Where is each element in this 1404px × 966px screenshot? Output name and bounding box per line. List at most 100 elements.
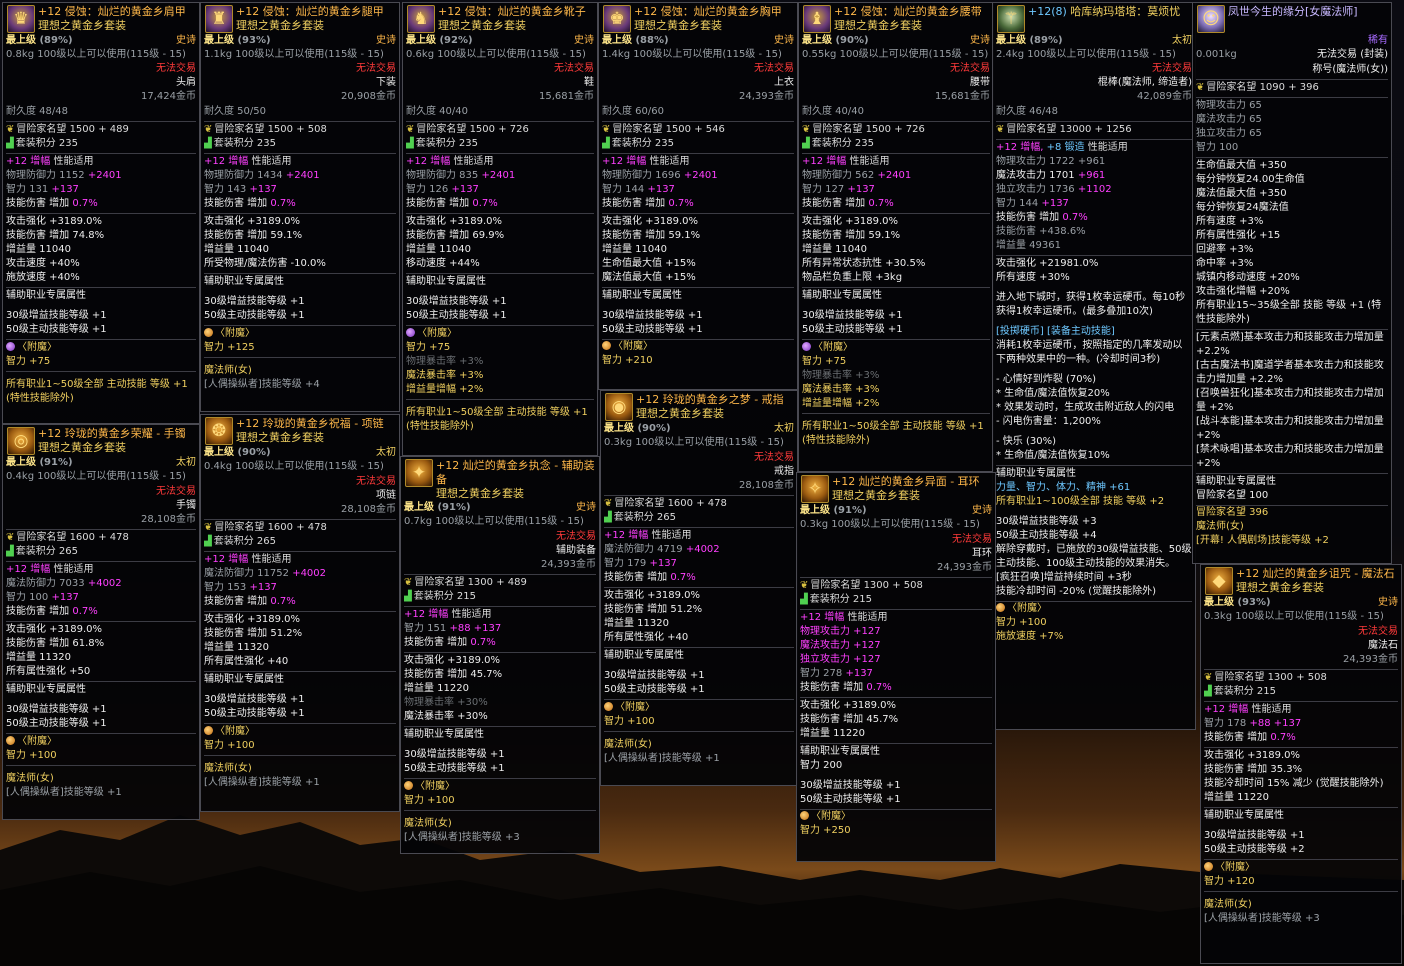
ring-icon: ◉ <box>605 393 633 421</box>
slot-type: 辅助装备 <box>556 545 596 556</box>
slot-type: 鞋 <box>584 77 594 88</box>
effect-skill-title: [投掷硬币] [装备主动技能] <box>996 326 1115 337</box>
tooltip-belt: ♝ +12 侵蚀：灿烂的黄金乡腰带 理想之黄金乡套装 最上级 (90%) 史诗 0.… <box>798 2 994 472</box>
stat-label: 智力 100 <box>6 592 49 603</box>
stat-bonus: +137 <box>649 558 677 569</box>
fame: 冒险家名望 1500 + 489 <box>16 124 129 135</box>
fame: 冒险家名望 13000 + 1256 <box>1006 124 1132 135</box>
set-name: 理想之黄金乡套装 <box>832 489 920 502</box>
set-points: 套装积分 265 <box>613 512 676 523</box>
enchant-title: 〈附魔〉 <box>1215 862 1255 873</box>
enchant-value: 施放速度 +7% <box>996 631 1064 642</box>
stat-def-label: 物理防御力 1696 <box>602 170 681 181</box>
job-skill: [人偶操纵者]技能等级 +1 <box>6 787 122 798</box>
trade-status: 无法交易 <box>952 534 992 545</box>
stat-line: 所有职业15~35级全部 技能 等级 +1 (特性技能除外) <box>1196 300 1382 325</box>
chest-armor-icon: ♚ <box>603 5 631 33</box>
stat-def-label: 物理防御力 835 <box>406 170 479 181</box>
stat-label: 智力 151 <box>404 623 447 634</box>
enchant-title: 〈附魔〉 <box>417 328 457 339</box>
enchant-orb-icon <box>602 341 611 350</box>
rarity: 史诗 <box>376 35 396 46</box>
stat-line: 技能伤害 增加 59.1% <box>602 230 701 241</box>
fame: 冒险家名望 1300 + 489 <box>414 577 527 588</box>
trade-status: 无法交易 <box>156 486 196 497</box>
stat-bonus: 0.7% <box>670 572 696 583</box>
buff-line: 50级主动技能等级 +1 <box>204 708 305 719</box>
job-name: 魔法师(女) <box>6 773 54 784</box>
job-name: 魔法师(女) <box>204 763 252 774</box>
stat-line: 技能伤害 增加 45.7% <box>800 714 899 725</box>
stat-skill: 技能伤害 增加 0.7% <box>6 197 196 211</box>
stat-line: 技能伤害 +438.6% <box>996 226 1086 237</box>
trade-status: 无法交易 <box>556 531 596 542</box>
stat-line: 攻击强化 +3189.0% <box>204 614 301 625</box>
item-name: +12 玲珑的黄金乡荣耀 - 手镯 <box>38 427 186 440</box>
enchant-title: 〈附魔〉 <box>17 342 57 353</box>
buff-line: 30级增益技能等级 +1 <box>604 670 705 681</box>
rarity: 太初 <box>376 447 396 458</box>
fame-icon: ❦ <box>800 580 809 591</box>
item-name: +12 玲珑的黄金乡祝福 - 项链 <box>236 417 384 430</box>
item-name: +12 灿烂的黄金乡执念 - 辅助装备 <box>436 459 595 486</box>
stat-skill-bonus: 0.7% <box>270 198 296 209</box>
stat-line: 魔法值最大值 +350 <box>1196 188 1287 199</box>
setpoint-icon: ▟ <box>404 591 412 602</box>
rarity: 太初 <box>176 457 196 468</box>
set-name: 理想之黄金乡套装 <box>236 431 324 444</box>
stat-bonus: 0.7% <box>1270 732 1296 743</box>
stat-line: 技能伤害 增加 51.2% <box>204 628 303 639</box>
title-avatar-icon: ☺ <box>1197 5 1225 33</box>
fame-icon: ❦ <box>602 124 611 135</box>
stat-label: 魔法防御力 11752 <box>204 568 289 579</box>
aux-title: 辅助职业专属属性 <box>802 290 882 301</box>
rarity: 史诗 <box>972 505 992 516</box>
amp-suffix: 性能适用 <box>53 156 94 167</box>
buff-line: 50级主动技能等级 +1 <box>6 324 107 335</box>
necklace-icon: ❂ <box>205 417 233 445</box>
stat-line: 技能伤害 增加 0.7% <box>996 211 1192 225</box>
weight-req: 1.4kg 100级以上可以使用(115级 - 15) <box>602 49 782 60</box>
stat-int-bonus: +137 <box>249 184 277 195</box>
stat-line: 独立攻击力 +127 <box>800 654 881 665</box>
durability: 耐久度 60/60 <box>602 104 794 122</box>
shoulder-armor-icon: ♛ <box>7 5 35 33</box>
set-points: 套装积分 215 <box>809 594 872 605</box>
set-points: 套装积分 215 <box>1213 686 1276 697</box>
job-name: 魔法师(女) <box>604 739 652 750</box>
buff-line: 30级增益技能等级 +1 <box>602 310 703 321</box>
grade: 最上级 (88%) <box>602 35 669 46</box>
stat-line: 攻击强化增幅 +20% <box>1196 286 1290 297</box>
set-points: 套装积分 235 <box>213 138 276 149</box>
skill-boost-line: [古古魔法书]魔道学者基本攻击力和技能攻击力增加量 +2.2% <box>1196 360 1384 385</box>
stat-label: 智力 144 <box>996 198 1039 209</box>
stat-label: 技能伤害 增加 <box>204 596 268 607</box>
item-name: +12 侵蚀：灿烂的黄金乡腰带 <box>834 5 982 18</box>
trade-status: 无法交易 <box>356 63 396 74</box>
buff-desc: 解除穿戴时，已施放的30级增益技能、50级主动技能、100级主动技能的效果消失。 <box>996 544 1192 569</box>
stat-label: 魔法攻击力 1701 <box>996 170 1075 181</box>
stat-line: 每分钟恢复24.00生命值 <box>1196 174 1305 185</box>
rarity: 太初 <box>1172 35 1192 46</box>
aux-title: 辅助职业专属属性 <box>406 276 486 287</box>
price: 24,393金币 <box>739 91 794 102</box>
trade-status: 无法交易 <box>1358 626 1398 637</box>
fame-icon: ❦ <box>1196 82 1205 93</box>
fame-icon: ❦ <box>604 498 613 509</box>
effect-desc: - 心情好到炸裂 (70%) <box>996 374 1096 385</box>
enchant-value: 智力 +100 <box>6 750 57 761</box>
set-name: 理想之黄金乡套装 <box>636 407 724 420</box>
belt-icon: ♝ <box>803 5 831 33</box>
rarity: 史诗 <box>1378 597 1398 608</box>
buff-line: 30级增益技能等级 +1 <box>404 749 505 760</box>
set-points: 套装积分 235 <box>611 138 674 149</box>
job-skill: [人偶操纵者]技能等级 +1 <box>604 753 720 764</box>
enchant-title: 〈附魔〉 <box>613 341 653 352</box>
trade-status: 无法交易 (封装) <box>1317 49 1388 60</box>
stat-bonus: +4002 <box>87 578 122 589</box>
rarity: 太初 <box>774 423 794 434</box>
set-name: 理想之黄金乡套装 <box>38 441 126 454</box>
set-name: 理想之黄金乡套装 <box>634 19 722 32</box>
amp-label: +12 增幅 <box>1204 704 1249 715</box>
legs-armor-icon: ♜ <box>205 5 233 33</box>
